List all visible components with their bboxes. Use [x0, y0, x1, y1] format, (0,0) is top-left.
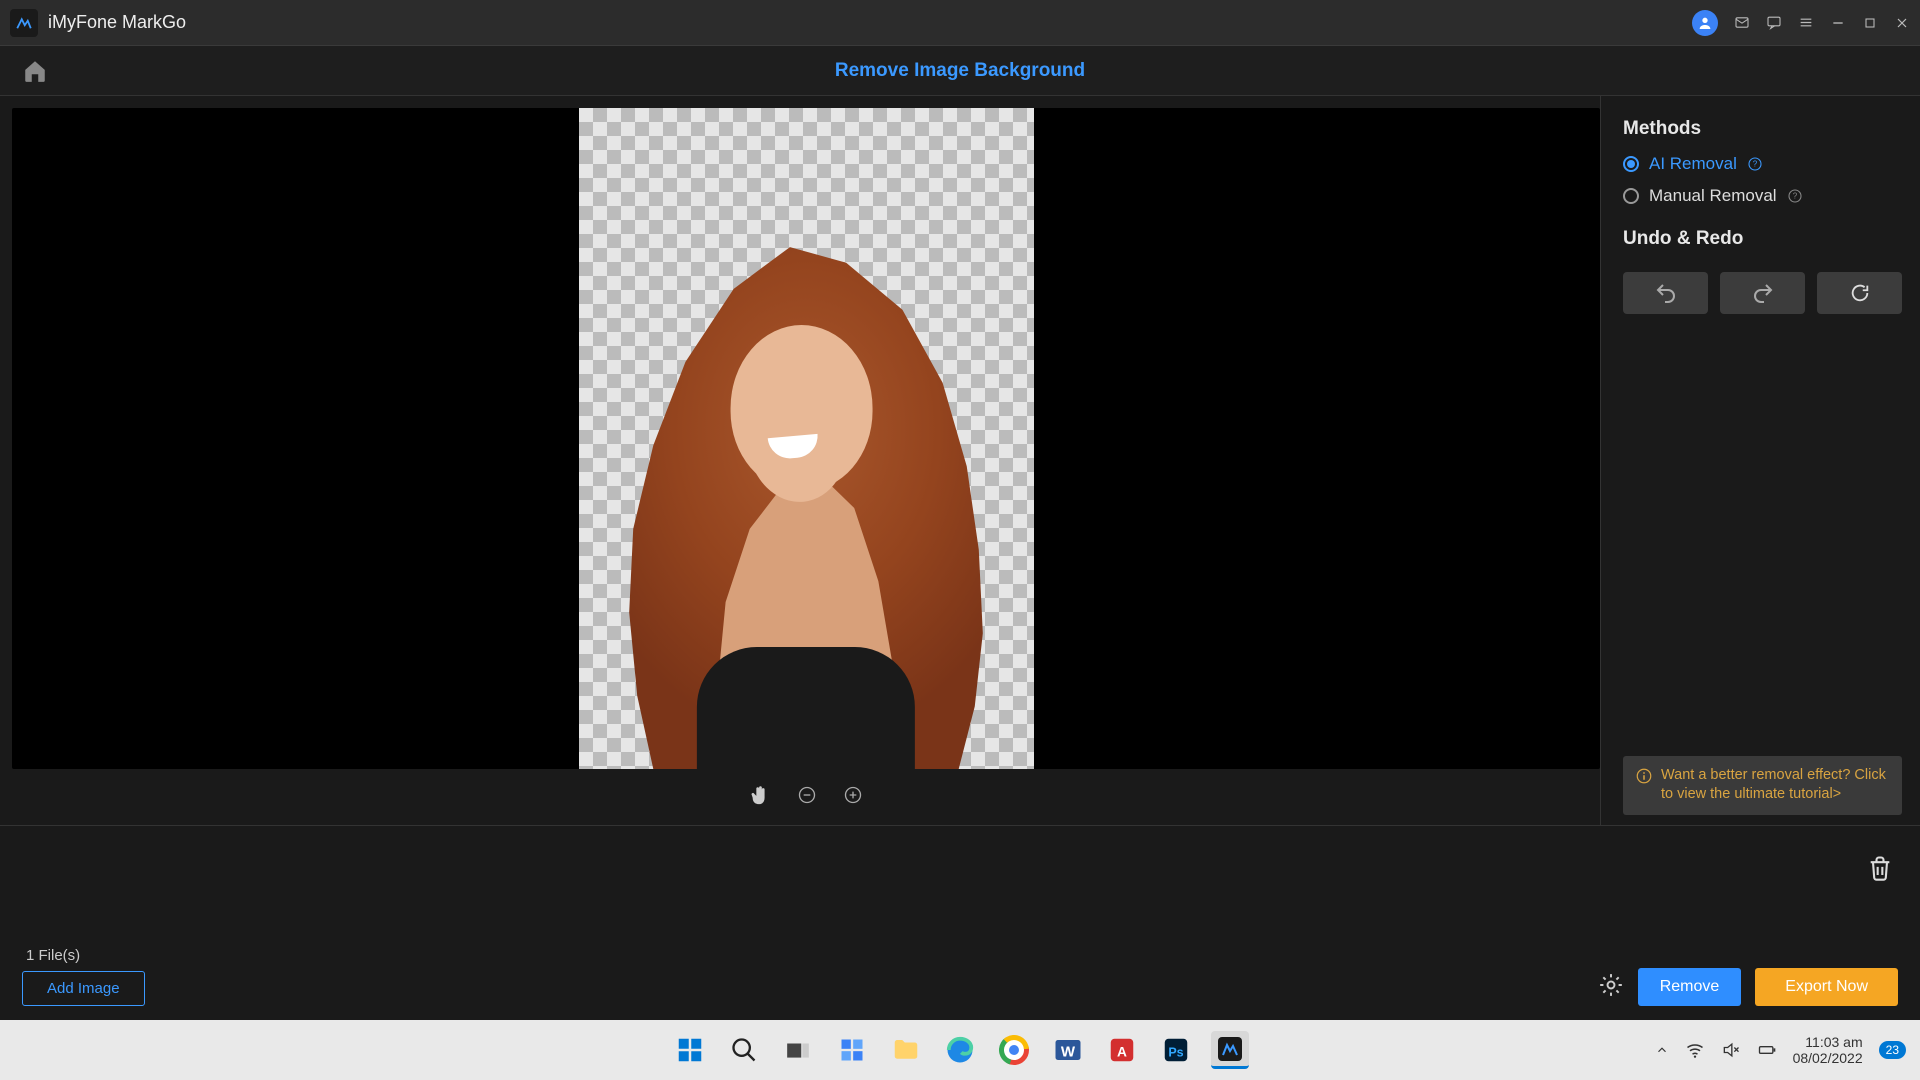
delete-button[interactable] — [1866, 854, 1894, 887]
help-icon[interactable]: ? — [1747, 156, 1763, 172]
pan-button[interactable] — [749, 784, 771, 811]
main-area: Methods AI Removal ? Manual Removal ? Un… — [0, 96, 1920, 825]
settings-button[interactable] — [1598, 972, 1624, 1003]
thumbnail-strip: 1 File(s) Add Image Remove Export Now — [0, 825, 1920, 1020]
clock[interactable]: 11:03 am 08/02/2022 — [1793, 1034, 1863, 1066]
taskbar-center: W A Ps — [671, 1031, 1249, 1069]
zoom-in-button[interactable] — [843, 785, 863, 810]
widgets-button[interactable] — [833, 1031, 871, 1069]
widgets-icon — [838, 1036, 866, 1064]
zoom-in-icon — [843, 785, 863, 805]
undo-button[interactable] — [1623, 272, 1708, 314]
start-button[interactable] — [671, 1031, 709, 1069]
reset-button[interactable] — [1817, 272, 1902, 314]
method-ai-removal[interactable]: AI Removal ? — [1623, 154, 1902, 174]
titlebar: iMyFone MarkGo — [0, 0, 1920, 46]
windows-taskbar: W A Ps 11:03 am 08/02/2022 23 — [0, 1020, 1920, 1080]
word-icon: W — [1053, 1035, 1083, 1065]
notification-badge[interactable]: 23 — [1879, 1041, 1906, 1059]
radio-selected-icon — [1623, 156, 1639, 172]
feedback-icon[interactable] — [1766, 13, 1782, 32]
minimize-icon[interactable] — [1830, 15, 1846, 31]
menu-icon[interactable] — [1798, 13, 1814, 32]
svg-text:?: ? — [1753, 160, 1758, 169]
search-icon — [730, 1036, 758, 1064]
bottom-actions: Remove Export Now — [1598, 968, 1898, 1006]
right-panel: Methods AI Removal ? Manual Removal ? Un… — [1600, 96, 1920, 825]
chrome-icon — [999, 1035, 1029, 1065]
undo-icon — [1654, 281, 1678, 305]
svg-text:?: ? — [1792, 192, 1797, 201]
redo-icon — [1751, 281, 1775, 305]
app-title: iMyFone MarkGo — [48, 12, 186, 33]
help-icon[interactable]: ? — [1787, 188, 1803, 204]
export-button[interactable]: Export Now — [1755, 968, 1898, 1006]
folder-icon — [891, 1035, 921, 1065]
close-icon[interactable] — [1894, 15, 1910, 31]
methods-heading: Methods — [1623, 118, 1902, 140]
add-image-button[interactable]: Add Image — [22, 971, 145, 1006]
task-view-icon — [785, 1037, 811, 1063]
tutorial-tip[interactable]: Want a better removal effect? Click to v… — [1623, 756, 1902, 815]
home-button[interactable] — [18, 54, 52, 88]
image-preview — [579, 108, 1034, 769]
markgo-logo-icon — [15, 14, 33, 32]
info-icon — [1635, 767, 1653, 785]
radio-unselected-icon — [1623, 188, 1639, 204]
tutorial-tip-text: Want a better removal effect? Click to v… — [1661, 766, 1890, 805]
titlebar-actions — [1692, 10, 1910, 36]
photoshop-icon: Ps — [1161, 1035, 1191, 1065]
file-explorer-button[interactable] — [887, 1031, 925, 1069]
wifi-icon[interactable] — [1685, 1040, 1705, 1060]
undo-redo-row — [1623, 272, 1902, 314]
markgo-taskbar-button[interactable] — [1211, 1031, 1249, 1069]
svg-text:Ps: Ps — [1168, 1045, 1183, 1059]
battery-icon[interactable] — [1757, 1040, 1777, 1060]
chrome-button[interactable] — [995, 1031, 1033, 1069]
method-ai-label: AI Removal — [1649, 154, 1737, 174]
maximize-icon[interactable] — [1862, 15, 1878, 31]
svg-text:A: A — [1117, 1044, 1127, 1059]
windows-icon — [675, 1035, 705, 1065]
modebar: Remove Image Background — [0, 46, 1920, 96]
image-subject — [597, 214, 1016, 769]
zoom-controls — [12, 769, 1600, 825]
refresh-icon — [1849, 282, 1871, 304]
edge-icon — [945, 1035, 975, 1065]
app-logo — [10, 9, 38, 37]
trash-icon — [1866, 854, 1894, 882]
word-button[interactable]: W — [1049, 1031, 1087, 1069]
edge-button[interactable] — [941, 1031, 979, 1069]
gear-icon — [1598, 972, 1624, 998]
system-tray: 11:03 am 08/02/2022 23 — [1655, 1034, 1906, 1066]
svg-text:W: W — [1061, 1043, 1076, 1060]
user-icon — [1697, 15, 1713, 31]
chevron-up-icon[interactable] — [1655, 1043, 1669, 1057]
redo-button[interactable] — [1720, 272, 1805, 314]
hand-icon — [749, 784, 771, 806]
page-title: Remove Image Background — [835, 60, 1085, 82]
clock-date: 08/02/2022 — [1793, 1050, 1863, 1066]
task-view-button[interactable] — [779, 1031, 817, 1069]
acrobat-icon: A — [1107, 1035, 1137, 1065]
search-button[interactable] — [725, 1031, 763, 1069]
remove-button[interactable]: Remove — [1638, 968, 1742, 1006]
method-manual-removal[interactable]: Manual Removal ? — [1623, 186, 1902, 206]
zoom-out-icon — [797, 785, 817, 805]
clock-time: 11:03 am — [1793, 1034, 1863, 1050]
photoshop-button[interactable]: Ps — [1157, 1031, 1195, 1069]
home-icon — [22, 58, 48, 84]
mail-icon[interactable] — [1734, 13, 1750, 32]
canvas[interactable] — [12, 108, 1600, 769]
file-count-label: 1 File(s) — [26, 947, 80, 964]
canvas-column — [0, 96, 1600, 825]
account-button[interactable] — [1692, 10, 1718, 36]
method-manual-label: Manual Removal — [1649, 186, 1777, 206]
markgo-logo-icon — [1218, 1037, 1242, 1061]
volume-muted-icon[interactable] — [1721, 1040, 1741, 1060]
undo-redo-heading: Undo & Redo — [1623, 228, 1902, 250]
acrobat-button[interactable]: A — [1103, 1031, 1141, 1069]
zoom-out-button[interactable] — [797, 785, 817, 810]
